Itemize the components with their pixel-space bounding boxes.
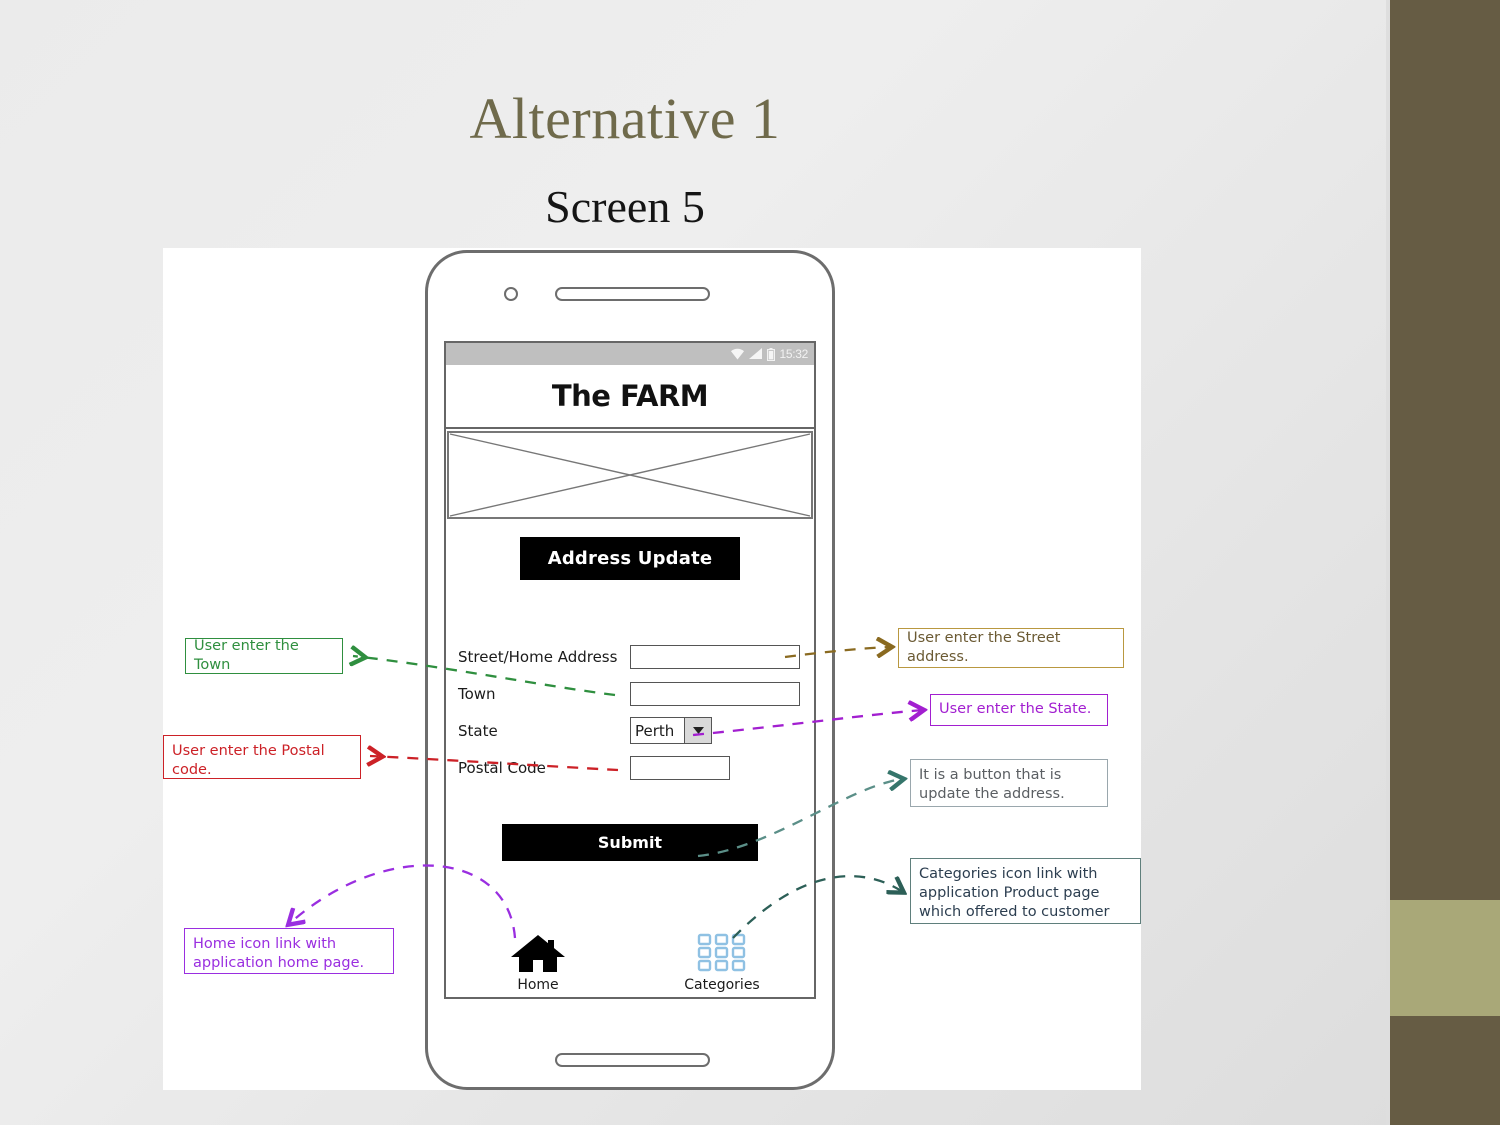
annotation-town: User enter the Town: [185, 638, 343, 674]
annotation-postal: User enter the Postal code.: [163, 735, 361, 779]
grid-categories-icon: [697, 933, 746, 972]
postal-code-input[interactable]: [630, 755, 730, 780]
submit-button[interactable]: Submit: [502, 824, 758, 861]
label-postal-code: Postal Code: [458, 758, 546, 777]
nav-item-categories[interactable]: Categories: [662, 932, 782, 993]
annotation-state: User enter the State.: [930, 694, 1108, 726]
app-header: The FARM: [446, 365, 814, 429]
form-row-postal-code: Postal Code: [458, 749, 804, 786]
bottom-nav: Home Categories: [446, 932, 814, 993]
nav-item-home[interactable]: Home: [478, 932, 598, 993]
chevron-down-icon[interactable]: [684, 718, 711, 743]
sidebar-light-band: [1390, 900, 1500, 1016]
annotation-home: Home icon link with application home pag…: [184, 928, 394, 974]
town-input[interactable]: [630, 681, 800, 706]
image-placeholder: [447, 431, 813, 519]
page-subtitle: Screen 5: [545, 181, 705, 232]
earpiece-speaker: [555, 287, 710, 301]
slide-root: Alternative 1 Screen 5 User enter the To…: [0, 0, 1500, 1125]
home-icon: [511, 935, 565, 972]
form-row-street: Street/Home Address: [458, 638, 804, 675]
label-state: State: [458, 721, 498, 740]
wireframe-canvas: User enter the Town User enter the Posta…: [163, 248, 1141, 1090]
app-title: The FARM: [551, 379, 709, 413]
nav-label-home: Home: [517, 977, 559, 993]
placeholder-cross-icon: [449, 433, 811, 517]
submit-row: Submit: [446, 824, 814, 861]
wifi-icon: [731, 348, 745, 360]
annotation-street: User enter the Street address.: [898, 628, 1124, 668]
annotation-categories-text: Categories icon link with application Pr…: [919, 866, 1110, 921]
status-bar-time: 15:32: [779, 347, 808, 361]
annotation-categories: Categories icon link with application Pr…: [910, 858, 1141, 924]
annotation-state-text: User enter the State.: [939, 701, 1092, 718]
annotation-street-text: User enter the Street address.: [907, 629, 1061, 665]
signal-icon: [749, 348, 763, 359]
annotation-submit: It is a button that is update the addres…: [910, 759, 1108, 807]
annotation-postal-text: User enter the Postal code.: [172, 743, 325, 779]
annotation-town-text: User enter the Town: [194, 637, 299, 673]
phone-frame: 15:32 The FARM Address Update Street/Hom…: [425, 250, 835, 1090]
form-row-state: State Perth: [458, 712, 804, 749]
bottom-speaker: [555, 1053, 710, 1067]
street-home-address-input[interactable]: [630, 644, 800, 669]
nav-label-categories: Categories: [684, 977, 760, 993]
state-select[interactable]: Perth: [630, 717, 712, 744]
page-title: Alternative 1: [469, 86, 781, 151]
camera-icon: [504, 287, 518, 301]
label-street-home-address: Street/Home Address: [458, 647, 618, 666]
phone-screen: 15:32 The FARM Address Update Street/Hom…: [444, 341, 816, 999]
annotation-home-text: Home icon link with application home pag…: [193, 936, 365, 972]
address-update-row: Address Update: [446, 537, 814, 580]
state-select-value: Perth: [635, 721, 675, 740]
label-town: Town: [458, 684, 496, 703]
form-row-town: Town: [458, 675, 804, 712]
address-form: Street/Home Address Town State Perth Pos…: [446, 638, 814, 786]
battery-icon: [767, 347, 776, 361]
annotation-submit-text: It is a button that is update the addres…: [919, 767, 1065, 803]
status-bar: 15:32: [446, 343, 814, 365]
address-update-button[interactable]: Address Update: [519, 537, 741, 580]
